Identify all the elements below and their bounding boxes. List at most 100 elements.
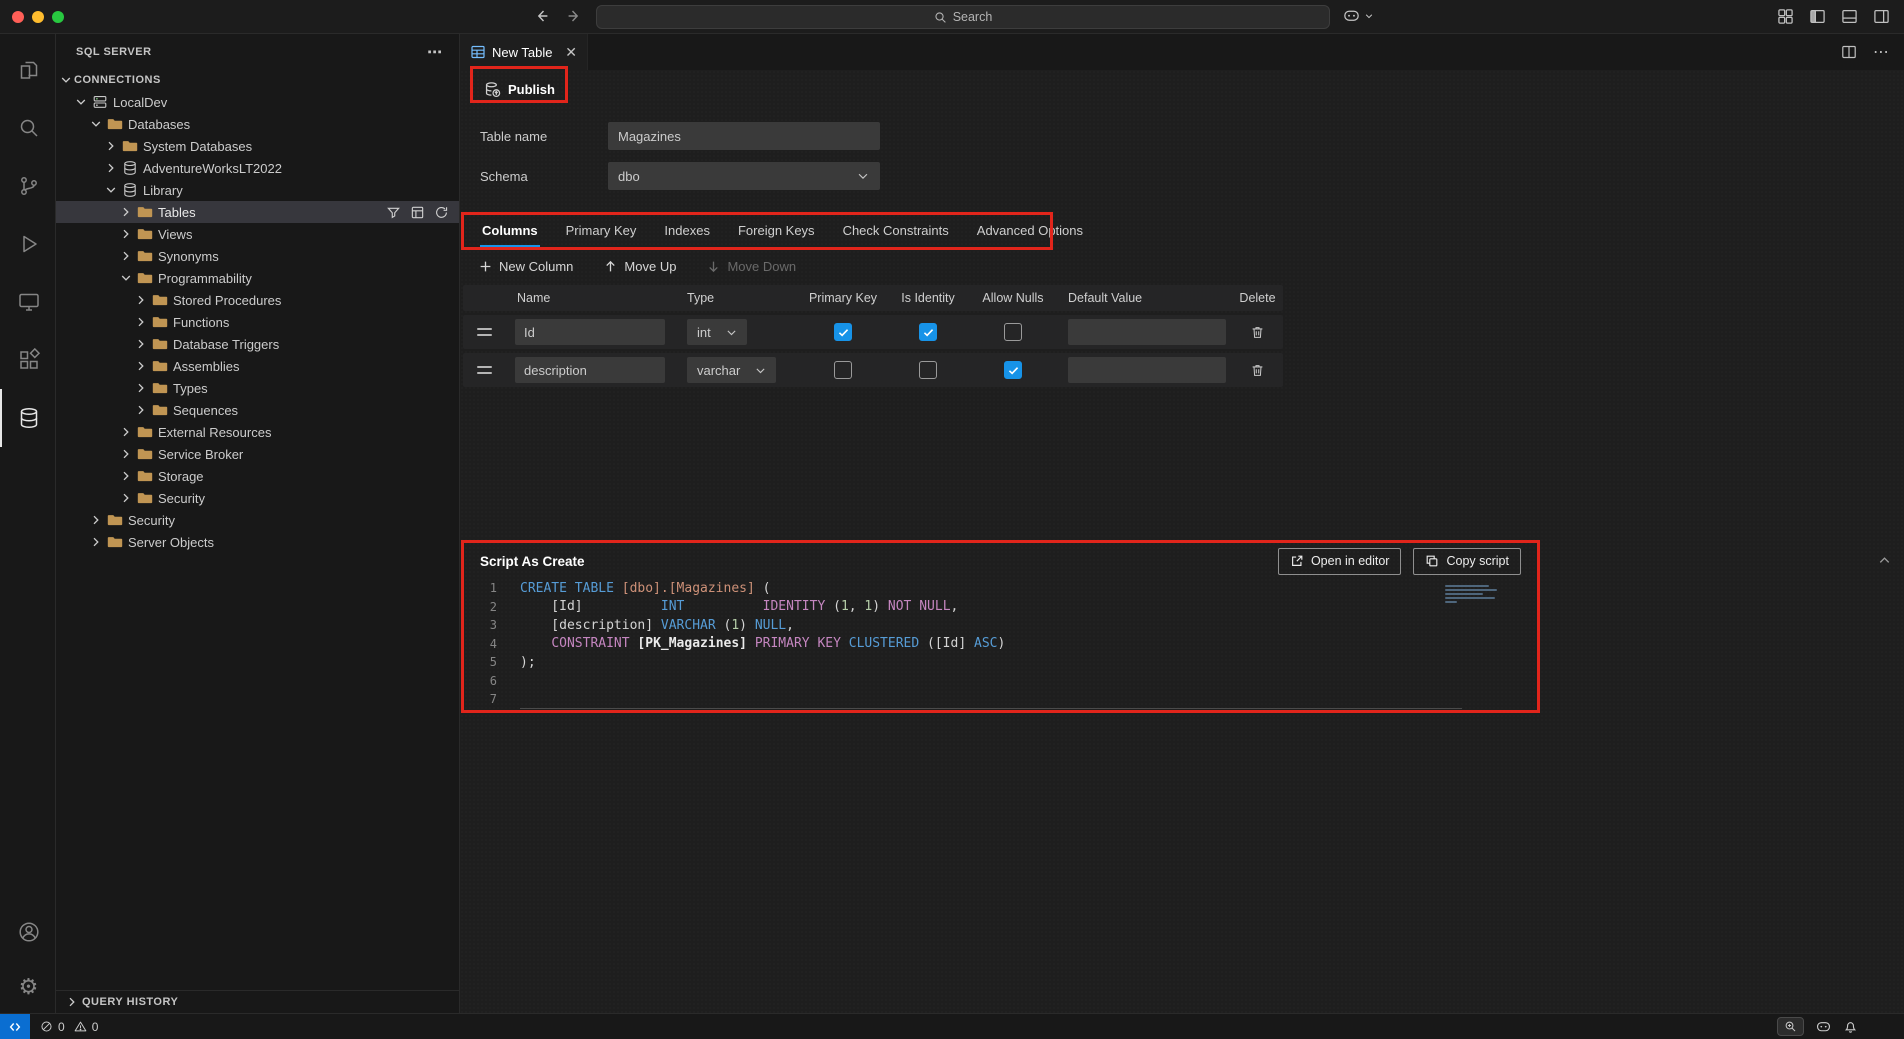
- tree-item-stored-procedures[interactable]: Stored Procedures: [56, 289, 459, 311]
- tree-item-views[interactable]: Views: [56, 223, 459, 245]
- explorer-icon[interactable]: [0, 41, 55, 99]
- filter-icon[interactable]: [386, 205, 401, 220]
- column-name-input[interactable]: [515, 357, 665, 383]
- publish-button[interactable]: Publish: [478, 75, 561, 103]
- allow-nulls-checkbox[interactable]: [1004, 361, 1022, 379]
- tab-new-table[interactable]: New Table ✕: [460, 34, 588, 70]
- column-type-select[interactable]: varchar: [687, 357, 776, 383]
- account-icon[interactable]: [0, 903, 55, 961]
- toggle-primary-sidebar-icon[interactable]: [1809, 8, 1826, 25]
- refresh-icon[interactable]: [434, 205, 449, 220]
- tree-item-security[interactable]: Security: [56, 509, 459, 531]
- drag-handle-icon[interactable]: [477, 366, 492, 374]
- designer-tab-advanced-options[interactable]: Advanced Options: [975, 216, 1085, 247]
- new-column-button[interactable]: New Column: [478, 259, 573, 274]
- go-back-icon[interactable]: [534, 8, 550, 24]
- tree-item-security[interactable]: Security: [56, 487, 459, 509]
- window-maximize-button[interactable]: [52, 11, 64, 23]
- allow-nulls-checkbox[interactable]: [1004, 323, 1022, 341]
- screencast-zoom-icon[interactable]: [1777, 1017, 1804, 1036]
- column-name-input[interactable]: [515, 319, 665, 345]
- tree-item-programmability[interactable]: Programmability: [56, 267, 459, 289]
- tree-item-server-objects[interactable]: Server Objects: [56, 531, 459, 553]
- tree-item-synonyms[interactable]: Synonyms: [56, 245, 459, 267]
- table-name-input[interactable]: [608, 122, 880, 150]
- line-number: 1: [463, 581, 497, 595]
- warnings-icon: [74, 1020, 87, 1033]
- delete-row-icon[interactable]: [1232, 325, 1283, 340]
- tree-item-system-databases[interactable]: System Databases: [56, 135, 459, 157]
- tree-item-library[interactable]: Library: [56, 179, 459, 201]
- designer-tab-strip: Columns Primary Key Indexes Foreign Keys Che…: [460, 216, 1085, 251]
- is-identity-checkbox[interactable]: [919, 323, 937, 341]
- column-type-select[interactable]: int: [687, 319, 747, 345]
- open-in-editor-button[interactable]: Open in editor: [1278, 548, 1402, 575]
- go-forward-icon[interactable]: [566, 8, 582, 24]
- code-line-1: 1CREATE TABLE [dbo].[Magazines] (: [463, 579, 1538, 598]
- customize-layout-icon[interactable]: [1777, 8, 1794, 25]
- tree-item-service-broker[interactable]: Service Broker: [56, 443, 459, 465]
- code-line-3: 3 [description] VARCHAR (1) NULL,: [463, 616, 1538, 635]
- column-header-default-value: Default Value: [1056, 291, 1232, 305]
- default-value-input[interactable]: [1068, 319, 1226, 345]
- designer-tab-columns[interactable]: Columns: [480, 216, 540, 247]
- tree-item-adventureworkslt2022[interactable]: AdventureWorksLT2022: [56, 157, 459, 179]
- editor-more-actions-icon[interactable]: ⋯: [1873, 42, 1890, 62]
- copilot-status-icon[interactable]: [1815, 1018, 1832, 1035]
- drag-handle-icon[interactable]: [477, 328, 492, 336]
- delete-row-icon[interactable]: [1232, 363, 1283, 378]
- sidebar-more-actions-icon[interactable]: ⋯: [427, 43, 443, 61]
- primary-key-checkbox[interactable]: [834, 323, 852, 341]
- tree-item-functions[interactable]: Functions: [56, 311, 459, 333]
- notifications-bell-icon[interactable]: [1843, 1019, 1858, 1034]
- primary-key-checkbox[interactable]: [834, 361, 852, 379]
- remote-explorer-icon[interactable]: [0, 273, 55, 331]
- tree-item-tables[interactable]: Tables: [56, 201, 459, 223]
- copy-script-button[interactable]: Copy script: [1413, 548, 1521, 575]
- designer-tab-foreign-keys[interactable]: Foreign Keys: [736, 216, 817, 247]
- tree-item-databases[interactable]: Databases: [56, 113, 459, 135]
- move-down-button[interactable]: Move Down: [706, 259, 796, 274]
- schema-select[interactable]: dbo: [608, 162, 880, 190]
- tree-item-storage[interactable]: Storage: [56, 465, 459, 487]
- tree-item-localdev[interactable]: LocalDev: [56, 91, 459, 113]
- tree-item-database-triggers[interactable]: Database Triggers: [56, 333, 459, 355]
- tree-item-assemblies[interactable]: Assemblies: [56, 355, 459, 377]
- settings-gear-icon[interactable]: ⚙: [0, 961, 55, 1013]
- default-value-input[interactable]: [1068, 357, 1226, 383]
- chevron-right-icon: [133, 336, 149, 352]
- tree-item-connections[interactable]: CONNECTIONS: [56, 69, 459, 91]
- database-icon: [122, 182, 138, 198]
- window-close-button[interactable]: [12, 11, 24, 23]
- extensions-icon[interactable]: [0, 331, 55, 389]
- toggle-panel-icon[interactable]: [1841, 8, 1858, 25]
- source-control-icon[interactable]: [0, 157, 55, 215]
- copilot-icon: [1342, 6, 1361, 25]
- copilot-menu-button[interactable]: [1342, 6, 1374, 25]
- script-code[interactable]: 1CREATE TABLE [dbo].[Magazines] (2 [Id] …: [463, 579, 1538, 709]
- move-up-button[interactable]: Move Up: [603, 259, 676, 274]
- tree-item-types[interactable]: Types: [56, 377, 459, 399]
- search-sidebar-icon[interactable]: [0, 99, 55, 157]
- sql-server-extension-icon[interactable]: [0, 389, 55, 447]
- window-minimize-button[interactable]: [32, 11, 44, 23]
- designer-tab-check-constraints[interactable]: Check Constraints: [841, 216, 951, 247]
- problems-status[interactable]: 0 0: [30, 1020, 112, 1034]
- is-identity-checkbox[interactable]: [919, 361, 937, 379]
- folder-icon: [137, 204, 153, 220]
- scroll-up-icon[interactable]: [1877, 553, 1892, 568]
- toggle-secondary-sidebar-icon[interactable]: [1873, 8, 1890, 25]
- split-editor-icon[interactable]: [1841, 44, 1857, 60]
- tree-item-sequences[interactable]: Sequences: [56, 399, 459, 421]
- table-icon[interactable]: [410, 205, 425, 220]
- designer-tab-indexes[interactable]: Indexes: [662, 216, 712, 247]
- tab-close-icon[interactable]: ✕: [565, 45, 577, 59]
- run-debug-icon[interactable]: [0, 215, 55, 273]
- tree-item-external-resources[interactable]: External Resources: [56, 421, 459, 443]
- remote-indicator[interactable]: [0, 1014, 30, 1039]
- chevron-right-icon: [64, 994, 80, 1010]
- chevron-right-icon: [133, 380, 149, 396]
- designer-tab-primary-key[interactable]: Primary Key: [564, 216, 639, 247]
- search-command-center[interactable]: Search: [596, 5, 1330, 29]
- query-history-section[interactable]: QUERY HISTORY: [56, 990, 459, 1013]
